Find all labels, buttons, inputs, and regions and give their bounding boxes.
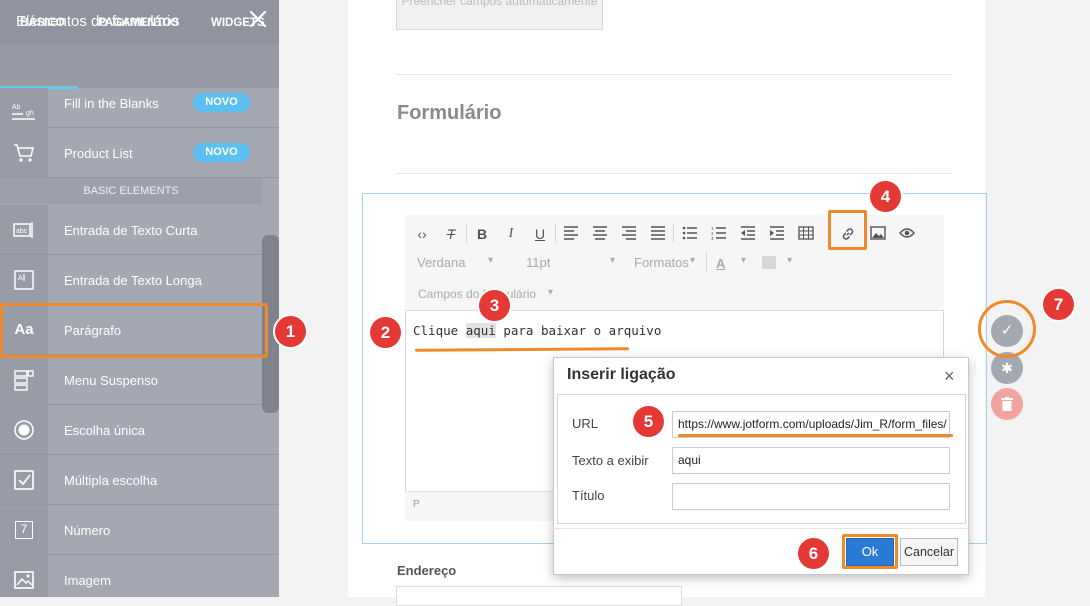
- url-label: URL: [572, 416, 599, 431]
- autofill-button[interactable]: Preencher campos automaticamente: [396, 0, 603, 30]
- chevron-down-icon: ▾: [488, 255, 494, 266]
- source-code-icon[interactable]: ‹›: [414, 226, 430, 242]
- highlight-link-button: [828, 210, 867, 250]
- chevron-down-icon: ▾: [548, 287, 554, 298]
- section-basic-elements: BASIC ELEMENTS: [0, 178, 262, 204]
- toolbar-separator: [706, 252, 707, 272]
- divider: [553, 528, 969, 529]
- drag-handle-icon[interactable]: ⋮ ⋮: [970, 360, 980, 382]
- step-marker-4: 4: [870, 181, 901, 212]
- title-input[interactable]: [672, 483, 950, 510]
- display-text-input[interactable]: aqui: [672, 447, 950, 474]
- display-text-label: Texto a exibir: [572, 453, 649, 468]
- sidebar-item-label: Múltipla escolha: [64, 473, 158, 488]
- svg-text:A: A: [18, 275, 23, 282]
- address-field-label: Endereço: [397, 563, 457, 578]
- form-fields-select[interactable]: Campos do formulário: [418, 287, 536, 301]
- text-segment: para baixar o arquivo: [495, 323, 662, 338]
- chevron-down-icon: ▾: [741, 255, 747, 266]
- sidebar-item-number[interactable]: 7: [0, 505, 279, 555]
- bold-icon[interactable]: B: [474, 226, 490, 242]
- align-right-icon[interactable]: [621, 226, 637, 242]
- insert-image-icon[interactable]: [870, 226, 886, 242]
- long-text-icon: A: [0, 255, 48, 304]
- underline-icon[interactable]: U: [532, 226, 548, 242]
- highlight-ok-button: [842, 534, 898, 569]
- toolbar-separator: [673, 223, 674, 243]
- indent-icon[interactable]: [769, 226, 785, 242]
- sidebar-item-label: Entrada de Texto Longa: [64, 273, 202, 288]
- toolbar-separator: [466, 223, 467, 243]
- formats-select[interactable]: Formatos: [634, 255, 689, 270]
- text-segment: Clique: [413, 323, 466, 338]
- step-marker-1: 1: [275, 316, 306, 347]
- highlight-paragraph-item: [0, 303, 268, 358]
- dialog-title: Inserir ligação: [567, 366, 676, 383]
- close-icon[interactable]: ×: [944, 366, 955, 387]
- sidebar-item-label: Entrada de Texto Curta: [64, 223, 198, 238]
- step-marker-2: 2: [370, 317, 401, 348]
- checkbox-icon: [0, 455, 48, 504]
- font-size-select[interactable]: 11pt: [526, 255, 550, 270]
- numbered-list-icon[interactable]: 123: [711, 226, 727, 242]
- sidebar-item-label: Escolha única: [64, 423, 145, 438]
- trash-icon[interactable]: [991, 388, 1023, 420]
- align-justify-icon[interactable]: [650, 226, 666, 242]
- sidebar-item-label: Fill in the Blanks: [64, 96, 159, 111]
- tab-pagamentos[interactable]: PAGAMENTOS: [98, 17, 179, 29]
- element-path: P: [413, 499, 420, 510]
- step-marker-7: 7: [1043, 289, 1074, 320]
- preview-eye-icon[interactable]: [899, 226, 915, 242]
- form-title: Formulário: [397, 102, 502, 124]
- title-label: Título: [572, 488, 605, 503]
- chevron-down-icon: ▾: [787, 255, 793, 266]
- new-badge: NOVO: [193, 93, 250, 112]
- svg-text:Ab: Ab: [12, 104, 21, 111]
- number-icon: 7: [0, 505, 48, 554]
- image-icon: [0, 555, 48, 597]
- toolbar-separator: [555, 223, 556, 243]
- step-marker-5: 5: [633, 406, 664, 437]
- editor-content[interactable]: Clique aqui para baixar o arquivo: [413, 323, 661, 338]
- clear-format-icon[interactable]: T: [443, 226, 459, 242]
- new-badge: NOVO: [193, 143, 250, 162]
- sidebar-item-label: Menu Suspenso: [64, 373, 158, 388]
- sidebar-item-label: Número: [64, 523, 111, 538]
- step-marker-6: 6: [798, 538, 829, 569]
- step-marker-3: 3: [479, 290, 510, 321]
- tab-basico[interactable]: BÁSICO: [20, 17, 65, 29]
- italic-icon[interactable]: I: [503, 226, 519, 242]
- sidebar-item-label: Imagem: [64, 573, 111, 588]
- svg-text:gh: gh: [26, 110, 34, 117]
- dropdown-icon: [0, 355, 48, 404]
- number-icon-glyph: 7: [15, 520, 33, 539]
- chevron-down-icon: ▾: [690, 255, 696, 266]
- sidebar-item-image[interactable]: [0, 555, 279, 597]
- short-text-icon: abc: [0, 205, 48, 254]
- svg-text:3: 3: [711, 236, 714, 240]
- font-family-select[interactable]: Verdana: [417, 255, 465, 270]
- form-elements-sidebar: Elementos do formulário BÁSICO PAGAMENTO…: [0, 0, 279, 597]
- cart-icon: [0, 128, 48, 177]
- selected-link-text: aqui: [465, 323, 496, 338]
- align-left-icon[interactable]: [563, 226, 579, 242]
- cancel-button[interactable]: Cancelar: [900, 538, 958, 566]
- table-icon[interactable]: [798, 226, 814, 242]
- radio-icon: [0, 405, 48, 454]
- outdent-icon[interactable]: [740, 226, 756, 242]
- address-input[interactable]: [396, 586, 682, 606]
- text-color-icon[interactable]: A: [716, 256, 725, 271]
- tab-widgets[interactable]: WIDGETS: [211, 17, 265, 29]
- background-color-icon[interactable]: [762, 256, 776, 269]
- underline-url: [678, 434, 953, 437]
- divider: [396, 173, 952, 174]
- bullet-list-icon[interactable]: [682, 226, 698, 242]
- sidebar-item-label: Product List: [64, 146, 133, 161]
- chevron-down-icon: ▾: [610, 255, 616, 266]
- svg-text:abc: abc: [16, 228, 28, 235]
- highlight-check-button: [978, 300, 1036, 358]
- divider: [396, 74, 952, 75]
- align-center-icon[interactable]: [592, 226, 608, 242]
